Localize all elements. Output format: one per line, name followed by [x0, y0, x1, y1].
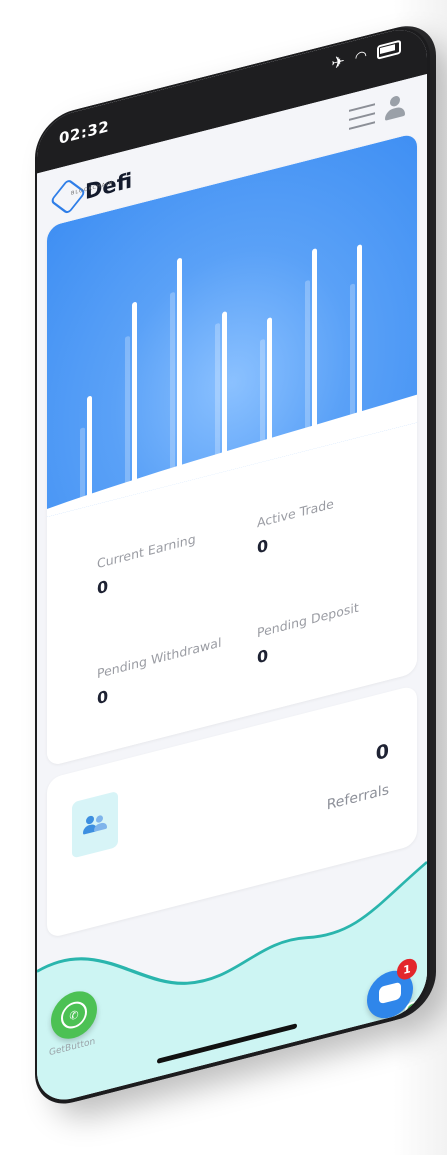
stat-current-earning: Current Earning 0 — [97, 516, 247, 598]
user-icon[interactable] — [385, 94, 405, 121]
phone-device: 02:32 ✈ ◠ Defi BLOCKCHAIN Current Earnin… — [35, 19, 430, 1112]
battery-icon — [377, 39, 401, 60]
chart-bar — [357, 244, 362, 433]
phone-frame: 02:32 ✈ ◠ Defi BLOCKCHAIN Current Earnin… — [35, 19, 430, 1112]
bar-shadow — [215, 323, 220, 469]
stat-pending-withdrawal: Pending Withdrawal 0 — [97, 626, 247, 708]
status-icons: ✈ ◠ — [331, 37, 401, 74]
chart-bar — [267, 317, 272, 456]
app-screen: 02:32 ✈ ◠ Defi BLOCKCHAIN Current Earnin… — [37, 22, 427, 1108]
status-time: 02:32 — [59, 117, 110, 148]
stat-active-trade: Active Trade 0 — [257, 475, 407, 558]
chat-bubble-icon — [379, 981, 401, 1005]
chart-bar — [222, 311, 227, 467]
stat-pending-deposit: Pending Deposit 0 — [257, 585, 407, 667]
chart-bar — [312, 248, 317, 444]
airplane-icon: ✈ — [331, 51, 345, 74]
bar-shadow — [125, 336, 130, 492]
wifi-icon: ◠ — [354, 46, 367, 66]
chart-bar — [177, 258, 182, 479]
bar-shadow — [305, 280, 310, 446]
whatsapp-icon: ✆ — [61, 998, 87, 1032]
earnings-card: Current Earning 0 Active Trade 0 Pending… — [47, 132, 417, 767]
referrals-count: 0 — [375, 739, 389, 766]
chart-bar — [87, 396, 92, 502]
referrals-icon-box — [72, 790, 118, 859]
bar-shadow — [170, 292, 175, 481]
users-icon — [83, 811, 109, 838]
logo-cube-icon — [49, 178, 87, 215]
hamburger-menu-icon[interactable] — [349, 103, 375, 130]
bar-shadow — [260, 339, 265, 458]
referrals-label: Referrals — [326, 781, 389, 814]
bar-shadow — [80, 427, 85, 504]
chart-bar — [132, 302, 137, 490]
bar-shadow — [350, 283, 355, 435]
